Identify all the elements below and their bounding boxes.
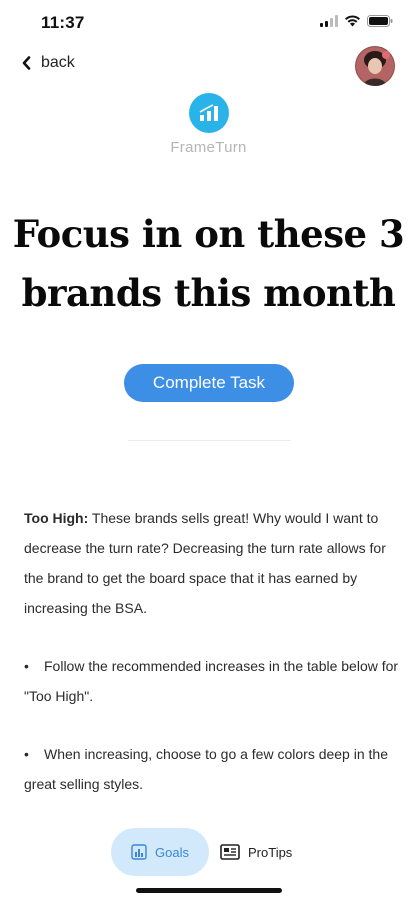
tab-protips[interactable]: ProTips (220, 828, 292, 876)
page-title-line-1: Focus in on these 3 (12, 212, 405, 256)
content-body: Too High: These brands sells great! Why … (24, 503, 399, 827)
tab-goals[interactable]: Goals (111, 828, 209, 876)
avatar-image (355, 46, 395, 86)
bullet-text: Follow the recommended increases in the … (24, 658, 399, 704)
battery-icon (367, 15, 393, 27)
tab-protips-label: ProTips (248, 844, 293, 860)
avatar[interactable] (355, 46, 395, 86)
page-title-line-2: brands this month (21, 271, 396, 315)
bullet-item: • When increasing, choose to go a few col… (24, 739, 399, 799)
divider (128, 440, 291, 441)
chart-icon (131, 844, 147, 860)
brand-logo: FrameTurn (0, 93, 417, 156)
nav-bar: back (0, 46, 417, 90)
page-title: Focus in on these 3 brands this month (0, 205, 417, 323)
tab-goals-label: Goals (155, 844, 189, 860)
intro-label: Too High: (24, 510, 89, 526)
intro-paragraph: Too High: These brands sells great! Why … (24, 503, 399, 623)
brand-name: FrameTurn (170, 139, 247, 156)
back-label: back (41, 54, 75, 71)
bullet-symbol: • (24, 746, 29, 762)
wifi-icon (345, 15, 360, 27)
back-button[interactable]: back (22, 54, 75, 72)
status-bar: 11:37 (0, 0, 417, 46)
newspaper-icon (220, 844, 240, 860)
status-time: 11:37 (41, 13, 85, 32)
bullet-item: • Follow the recommended increases in the… (24, 651, 399, 711)
signal-icon (320, 15, 338, 27)
tab-bar: Goals ProTips (0, 828, 417, 876)
bar-chart-icon (188, 93, 229, 133)
bullet-text: When increasing, choose to go a few colo… (24, 746, 388, 792)
complete-task-button[interactable]: Complete Task (124, 364, 294, 402)
bullet-symbol: • (24, 658, 29, 674)
status-icons (320, 15, 393, 27)
chevron-left-icon (22, 56, 31, 70)
home-indicator (136, 888, 282, 893)
